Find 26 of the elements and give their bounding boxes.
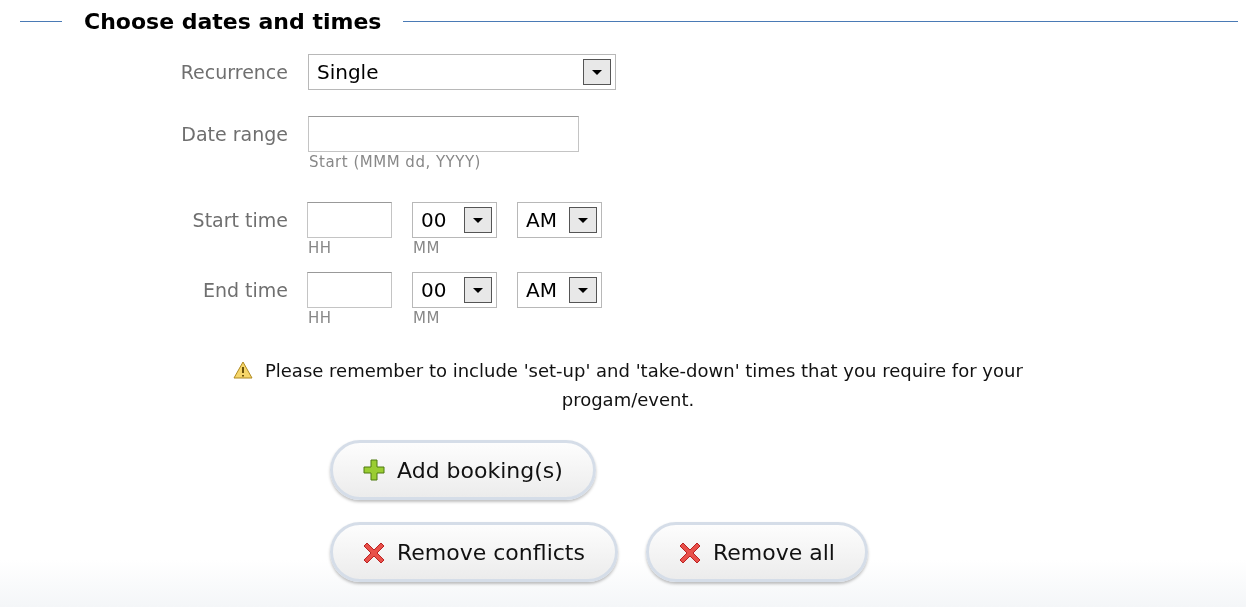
recurrence-select[interactable]: Single — [308, 54, 616, 90]
hour-hint: HH — [307, 308, 333, 328]
date-range-input[interactable] — [308, 116, 579, 152]
minute-hint: MM — [412, 308, 441, 328]
plus-icon — [363, 459, 385, 481]
remove-button[interactable]: Remove all — [645, 522, 868, 582]
hour-input[interactable] — [307, 202, 392, 238]
time-label: Start time — [191, 208, 288, 233]
minute-select[interactable]: 00 — [412, 202, 497, 238]
remove-button[interactable]: Remove conflicts — [330, 522, 618, 582]
close-icon — [678, 541, 701, 563]
add-booking-button[interactable]: Add booking(s) — [330, 440, 596, 500]
warning-icon — [233, 361, 254, 379]
warning-message: Please remember to include 'set-up' and 'take-down' times that you require for your progam/event. — [264, 360, 1023, 410]
hour-input[interactable] — [307, 272, 392, 308]
date-range-label: Date range — [180, 122, 288, 147]
am-pm-select[interactable]: AM — [517, 202, 602, 238]
minute-select[interactable]: 00 — [412, 272, 497, 308]
section-title: Choose dates and times — [84, 8, 382, 34]
time-label: End time — [201, 278, 288, 303]
date-format-hint: Start (MMM dd, YYYY) — [308, 152, 482, 172]
am-pm-select[interactable]: AM — [517, 272, 602, 308]
minute-hint: MM — [412, 238, 441, 258]
recurrence-label: Recurrence — [179, 60, 288, 85]
hour-hint: HH — [307, 238, 333, 258]
close-icon — [363, 541, 385, 563]
